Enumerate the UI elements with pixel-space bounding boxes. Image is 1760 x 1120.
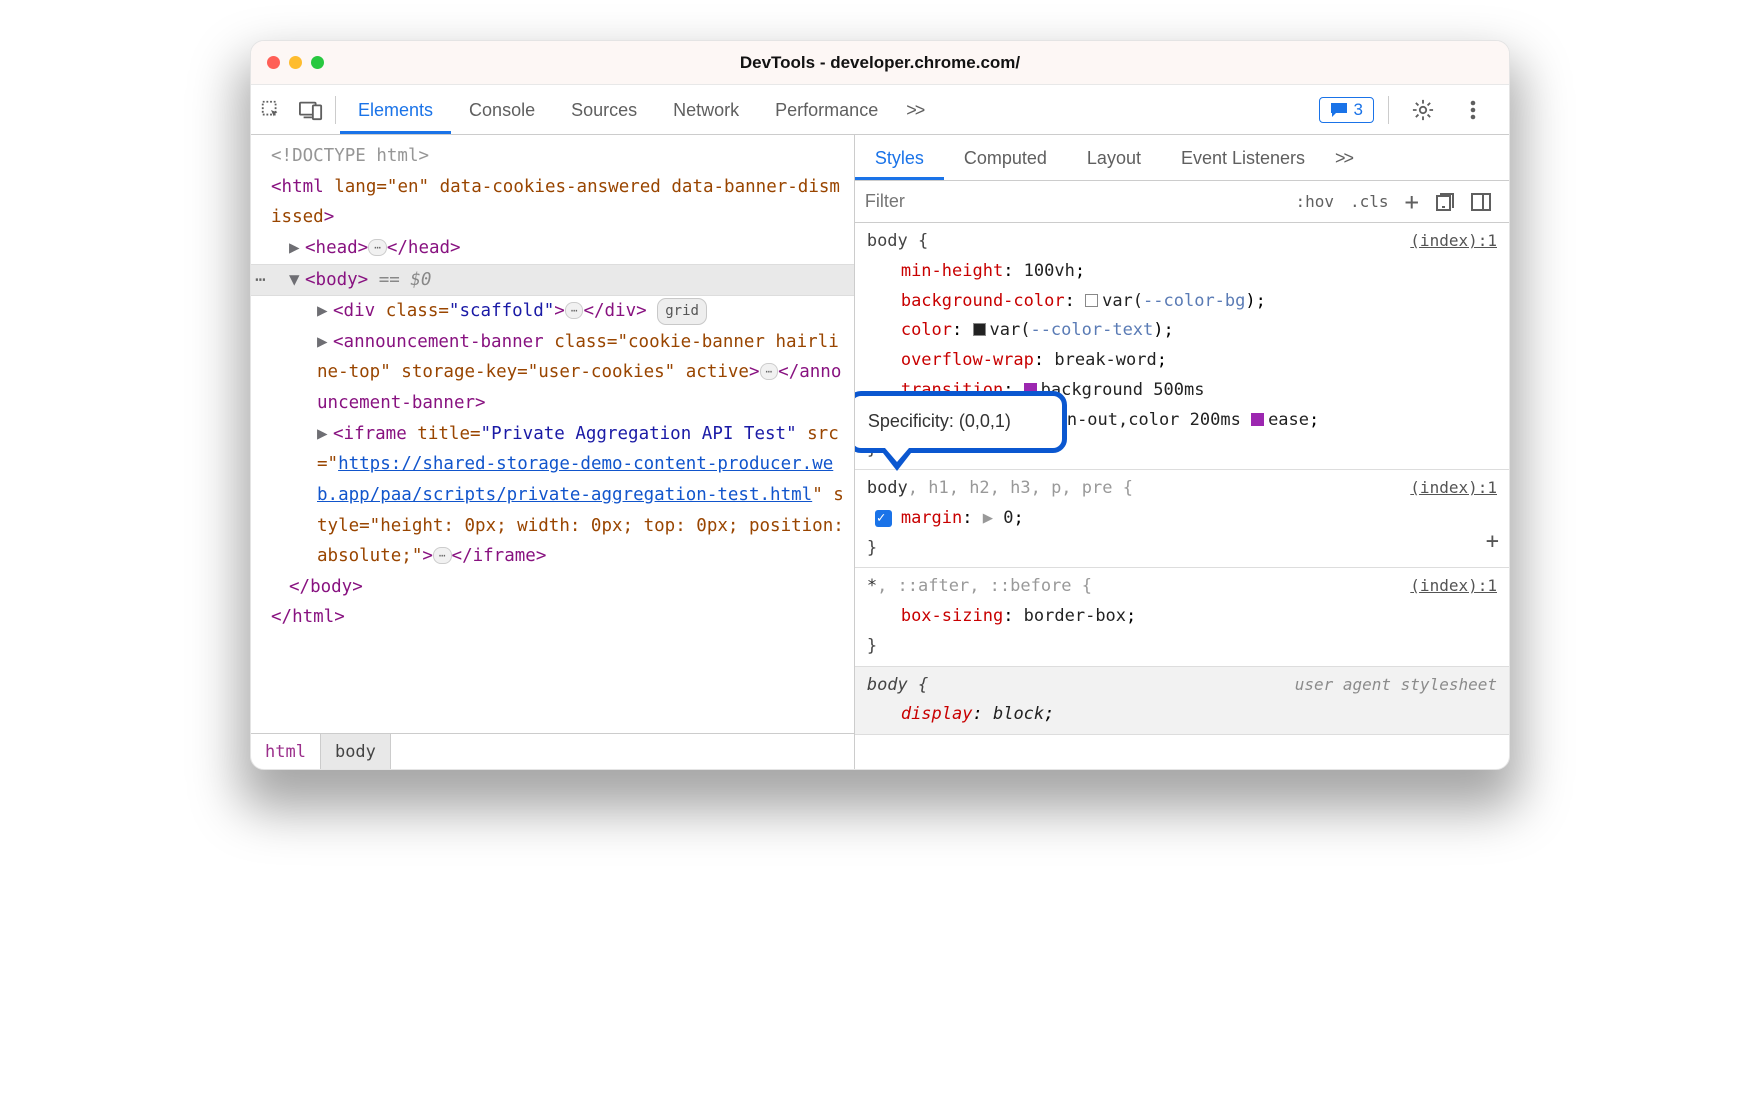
css-rule-box-sizing[interactable]: (index):1 *, ::after, ::before { box-siz… [855,568,1509,666]
iframe-src-link[interactable]: https://shared-storage-demo-content-prod… [317,454,833,505]
titlebar: DevTools - developer.chrome.com/ [251,41,1509,85]
tab-layout[interactable]: Layout [1067,136,1161,180]
message-icon [1330,102,1348,118]
css-rule-margin[interactable]: (index):1 body, h1, h2, h3, p, pre { mar… [855,470,1509,568]
tab-console[interactable]: Console [451,86,553,134]
more-menu-button[interactable] [1453,90,1493,130]
settings-button[interactable] [1403,90,1443,130]
computed-styles-icon[interactable] [1427,192,1463,212]
add-declaration-button[interactable]: + [1486,523,1499,562]
styles-filter-input[interactable] [865,191,1288,212]
dom-doctype: <!DOCTYPE html> [271,146,429,166]
tabs-overflow[interactable]: >> [896,86,933,134]
ua-stylesheet-label: user agent stylesheet [1295,671,1497,699]
toggle-sidebar-icon[interactable] [1463,193,1499,211]
enable-checkbox[interactable] [875,510,892,527]
main-toolbar: Elements Console Sources Network Perform… [251,85,1509,135]
kebab-icon [1470,100,1476,120]
device-toolbar-icon[interactable] [291,90,331,130]
color-swatch-icon[interactable] [973,323,986,336]
tab-network[interactable]: Network [655,86,757,134]
grid-badge[interactable]: grid [657,298,707,325]
tab-event-listeners[interactable]: Event Listeners [1161,136,1325,180]
bezier-swatch-icon[interactable] [1251,413,1264,426]
ellipsis-icon[interactable]: ⋯ [760,363,779,380]
specificity-tooltip: Specificity: (0,0,1) [855,391,1067,453]
elements-panel: <!DOCTYPE html> <html lang="en" data-coo… [251,135,855,769]
cls-button[interactable]: .cls [1342,192,1397,211]
ellipsis-icon[interactable]: ⋯ [565,302,584,319]
new-style-rule-button[interactable]: + [1397,188,1427,216]
source-link[interactable]: (index):1 [1410,227,1497,255]
styles-panel: Styles Computed Layout Event Listeners >… [855,135,1509,769]
tab-styles[interactable]: Styles [855,136,944,180]
styles-tabs: Styles Computed Layout Event Listeners >… [855,135,1509,181]
tab-elements[interactable]: Elements [340,86,451,134]
issues-count: 3 [1354,100,1363,120]
ellipsis-icon[interactable]: ⋯ [368,239,387,256]
ellipsis-icon[interactable]: ⋯ [433,547,452,564]
color-swatch-icon[interactable] [1085,294,1098,307]
inspect-element-icon[interactable] [251,90,291,130]
source-link[interactable]: (index):1 [1410,474,1497,502]
source-link[interactable]: (index):1 [1410,572,1497,600]
tab-computed[interactable]: Computed [944,136,1067,180]
breadcrumb-html[interactable]: html [251,734,320,769]
css-rule-user-agent[interactable]: user agent stylesheet body { display: bl… [855,667,1509,736]
tab-sources[interactable]: Sources [553,86,655,134]
css-rule-body[interactable]: (index):1 body { min-height: 100vh; back… [855,223,1509,470]
dom-tree[interactable]: <!DOCTYPE html> <html lang="en" data-coo… [251,135,854,733]
issues-badge[interactable]: 3 [1319,97,1374,123]
breadcrumb: html body [251,733,854,769]
window-title: DevTools - developer.chrome.com/ [251,53,1509,73]
main-content: <!DOCTYPE html> <html lang="en" data-coo… [251,135,1509,769]
devtools-window: DevTools - developer.chrome.com/ Element… [250,40,1510,770]
styles-tabs-overflow[interactable]: >> [1325,136,1362,180]
tab-performance[interactable]: Performance [757,86,896,134]
breadcrumb-body[interactable]: body [320,734,391,769]
selected-node-body[interactable]: ▼<body> == $0 [251,264,854,297]
styles-filter-bar: :hov .cls + [855,181,1509,223]
gear-icon [1412,99,1434,121]
css-rules[interactable]: (index):1 body { min-height: 100vh; back… [855,223,1509,769]
hov-button[interactable]: :hov [1287,192,1342,211]
